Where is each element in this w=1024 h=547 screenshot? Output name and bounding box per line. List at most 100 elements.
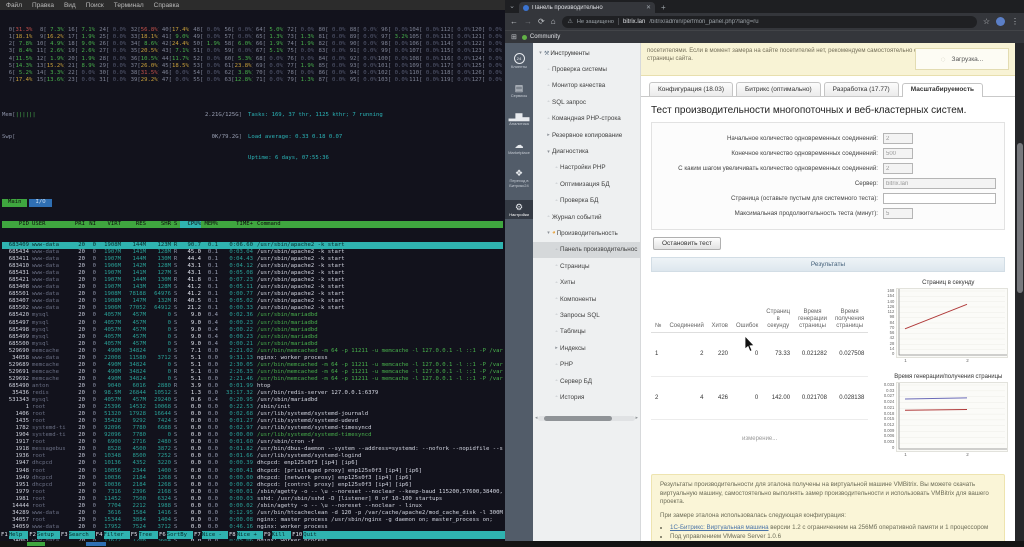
process-row[interactable]: 683410 www-data 20 0 1906M 142M 128M S 43.1 0.1 0:… xyxy=(2,263,503,270)
fkey-label-f10[interactable]: Quit xyxy=(303,531,322,539)
rail-item-cloud[interactable]: ☁ Marketplace xyxy=(505,138,533,158)
column-header-time[interactable]: TIME+ xyxy=(218,221,253,228)
menu-item[interactable]: ▾ Диагностика xyxy=(533,143,640,159)
process-row[interactable]: 529692 memcache 20 0 490M 34824 0 S 5.1 0.0 2:21.4… xyxy=(2,376,503,383)
process-row[interactable]: 683409 www-data 20 0 1908M 144M 123M R 90.7 0.1 0:… xyxy=(2,242,503,250)
rail-item-window[interactable]: ❖ Переход в Битрикс24 xyxy=(505,166,533,190)
fkey-f6[interactable]: F6 xyxy=(158,531,167,539)
browser-tab[interactable]: Панель производительно ✕ xyxy=(519,2,655,13)
page-scrollbar[interactable] xyxy=(1015,43,1024,541)
column-header-pid[interactable]: PID xyxy=(2,221,29,228)
terminal-menu-Справка[interactable]: Справка xyxy=(154,2,180,9)
column-header-res[interactable]: RES xyxy=(121,221,146,228)
terminal-menu-Правка[interactable]: Правка xyxy=(32,2,54,9)
terminal-menu-Вид[interactable]: Вид xyxy=(64,2,76,9)
rail-item-layers[interactable]: ▤ Сервисы xyxy=(505,81,533,101)
process-row[interactable]: 1936 root 20 0 10348 8500 7252 S 0.0 0.0 0:01.66/u… xyxy=(2,453,503,460)
process-row[interactable]: 529691 memcache 20 0 490M 34824 0 R 5.1 0.0 2:26.3… xyxy=(2,369,503,376)
form-input[interactable] xyxy=(883,163,913,174)
process-row[interactable]: 1406 root 20 0 51320 17928 16644 S 0.0 0.0 0:02.68… xyxy=(2,411,503,418)
fkey-f9[interactable]: F9 xyxy=(262,531,272,539)
menu-item[interactable]: ▸ Резервное копирование xyxy=(533,127,640,143)
fkey-label-f5[interactable]: Tree xyxy=(139,531,158,539)
process-row[interactable]: 34058 www-data 20 0 22008 11580 3712 S 5.1 0.0 9:3… xyxy=(2,355,503,362)
home-icon[interactable]: ⌂ xyxy=(551,17,556,26)
menu-item[interactable]: ▸ Индексы xyxy=(533,340,640,356)
menu-item[interactable]: ▫ Монитор качества xyxy=(533,78,640,94)
process-row[interactable]: 1981 root 20 0 11452 7500 6324 S 0.0 0.0 0:00.03 ss… xyxy=(2,496,503,503)
fkey-label-f9[interactable]: Kill xyxy=(272,531,291,539)
rail-item-chart[interactable]: ▂▆▃ Аналитика xyxy=(505,109,533,129)
menu-item[interactable]: ▫ Панель производительнос xyxy=(533,241,640,259)
process-row[interactable]: 685502 www-data 20 0 1906M 77052 64912 S 21.2 0.1… xyxy=(2,305,503,312)
menu-item[interactable]: ▫ Проверка БД xyxy=(533,193,640,209)
security-chip[interactable]: Не защищено xyxy=(577,19,614,25)
htop-tab-i/o[interactable]: I/O xyxy=(29,199,52,207)
process-row[interactable]: 1782 systemd-ti 20 0 92096 7780 6688 S 0.0 0.0 0:0… xyxy=(2,425,503,432)
back-icon[interactable]: ← xyxy=(510,17,518,26)
tab-битрикс--оптимально-[interactable]: Битрикс (оптимально) xyxy=(736,82,821,96)
process-row[interactable]: 35436 redis 20 0 98.5M 26844 10512 S 1.3 0.0 33:17… xyxy=(2,390,503,397)
form-input[interactable] xyxy=(883,193,996,204)
rail-item-gear[interactable]: ⚙ Настройки xyxy=(505,199,533,220)
fkey-f8[interactable]: F8 xyxy=(227,531,237,539)
terminal-menu-Терминал[interactable]: Терминал xyxy=(114,2,144,9)
rail-item-b24[interactable]: 24 Клиенты xyxy=(505,51,533,72)
fkey-label-f3[interactable]: Search xyxy=(69,531,95,539)
process-row[interactable]: 683407 www-data 20 0 1908M 147M 132M R 40.5 0.1 0:… xyxy=(2,298,503,305)
process-row[interactable]: 683408 www-data 20 0 1907M 143M 128M S 41.2 0.1 0:… xyxy=(2,284,503,291)
process-row[interactable]: 685498 mysql 20 0 4057M 457M 0 S 9.0 0.4 0:00.22/u… xyxy=(2,327,503,334)
page-scrollbar-thumb[interactable] xyxy=(1016,143,1023,293)
process-row[interactable]: 685500 mysql 20 0 4057M 457M 0 S 9.0 0.4 0:00.21/u… xyxy=(2,341,503,348)
reload-icon[interactable]: ⟳ xyxy=(538,17,545,26)
vm-link[interactable]: 1С-Битрикс: Виртуальная машина xyxy=(670,524,769,531)
menu-item[interactable]: ▫ PHP xyxy=(533,356,640,372)
form-input[interactable] xyxy=(883,178,996,189)
security-warning-icon[interactable]: ⚠ xyxy=(568,19,573,25)
menu-item[interactable]: ▫ Оптимизация БД xyxy=(533,176,640,192)
menu-item[interactable]: ▫ История xyxy=(533,389,640,405)
tab-search-chevron-icon[interactable]: ⌄ xyxy=(505,0,519,13)
menu-dots-icon[interactable]: ⋮ xyxy=(1011,17,1019,26)
process-row[interactable]: 683411 www-data 20 0 1907M 144M 130M R 44.4 0.1 0:… xyxy=(2,256,503,263)
menu-item[interactable]: ▫ Настройки PHP xyxy=(533,160,640,176)
process-row[interactable]: 1904 systemd-ti 20 0 92096 7780 0 S 0.0 0.0 0:00.0… xyxy=(2,432,503,439)
column-header-s[interactable]: S xyxy=(171,221,180,228)
fkey-label-f8[interactable]: Nice + xyxy=(237,531,263,539)
sidebar-horizontal-scrollbar[interactable]: ◂ ▸ xyxy=(535,415,638,421)
bookmark-star-icon[interactable]: ☆ xyxy=(983,17,990,26)
process-row[interactable]: 1917 root 20 0 6900 2716 2480 S 0.0 0.0 0:01.60/us… xyxy=(2,439,503,446)
process-row[interactable]: 685497 mysql 20 0 4057M 457M 0 S 9.0 0.4 0:00.23/u… xyxy=(2,320,503,327)
fkey-label-f7[interactable]: Nice - xyxy=(202,531,228,539)
htop-function-key-bar[interactable]: F1 Help F2 Setup F3 Search F4 Filter F5 Tree F6 Sor… xyxy=(0,531,505,539)
process-row[interactable]: 685434 www-data 20 0 1907M 141M 128M R 45.0 0.1 0:… xyxy=(2,249,503,256)
menu-item[interactable]: ▫ Компоненты xyxy=(533,291,640,307)
process-row[interactable]: 1435 root 20 0 35428 9292 7424 S 0.0 0.0 0:01.27/u… xyxy=(2,418,503,425)
menu-item[interactable]: ▫ Запросы SQL xyxy=(533,307,640,323)
menu-item[interactable]: ▫ Хиты xyxy=(533,274,640,290)
fkey-label-f4[interactable]: Filter xyxy=(104,531,130,539)
apps-grid-icon[interactable]: ⊞ xyxy=(511,33,517,41)
menu-item[interactable]: ▫ Таблицы xyxy=(533,324,640,340)
tab-масштабируемость[interactable]: Масштабируемость xyxy=(901,83,984,97)
fkey-f5[interactable]: F5 xyxy=(129,531,139,539)
column-header-virt[interactable]: VIRT xyxy=(96,221,121,228)
process-row[interactable]: 685421 www-data 20 0 1907M 144M 130M R 41.8 0.1 0:… xyxy=(2,277,503,284)
form-input[interactable] xyxy=(883,133,913,144)
process-row[interactable]: 685420 mysql 20 0 4057M 457M 0 S 9.0 0.4 0:02.36/u… xyxy=(2,312,503,319)
htop-table-header[interactable]: PID USER PRI NI VIRT RES SHR S CPU% MEM% TIME+ Comm… xyxy=(2,220,503,228)
column-header-mem[interactable]: MEM% xyxy=(201,221,218,228)
stop-test-button[interactable]: Остановить тест xyxy=(653,237,722,250)
menu-item[interactable]: ▫ Страницы xyxy=(533,258,640,274)
column-header-cpu[interactable]: CPU% xyxy=(180,220,201,228)
column-header-pri[interactable]: PRI xyxy=(72,221,85,228)
process-row[interactable]: 685501 www-data 20 0 1908M 78188 64976 S 41.2 0.1… xyxy=(2,291,503,298)
process-row[interactable]: 1918 messagebus 20 0 8528 4500 3872 S 0.0 0.0 0:01… xyxy=(2,446,503,453)
fkey-f2[interactable]: F2 xyxy=(28,531,37,539)
tab-конфигурация--18-03-[interactable]: Конфигурация (18.03) xyxy=(649,82,734,96)
menu-item[interactable]: ▾ ◕ Производительность xyxy=(533,225,640,241)
process-row[interactable]: 529689 memcache 20 0 490M 34824 0 S 5.1 0.0 2:30.0… xyxy=(2,362,503,369)
menu-item[interactable]: ▫ Командная PHP-строка xyxy=(533,111,640,127)
menu-item[interactable]: ▫ Сервер БД xyxy=(533,373,640,389)
process-row[interactable]: 685431 www-data 20 0 1907M 141M 127M S 43.1 0.1 0:… xyxy=(2,270,503,277)
